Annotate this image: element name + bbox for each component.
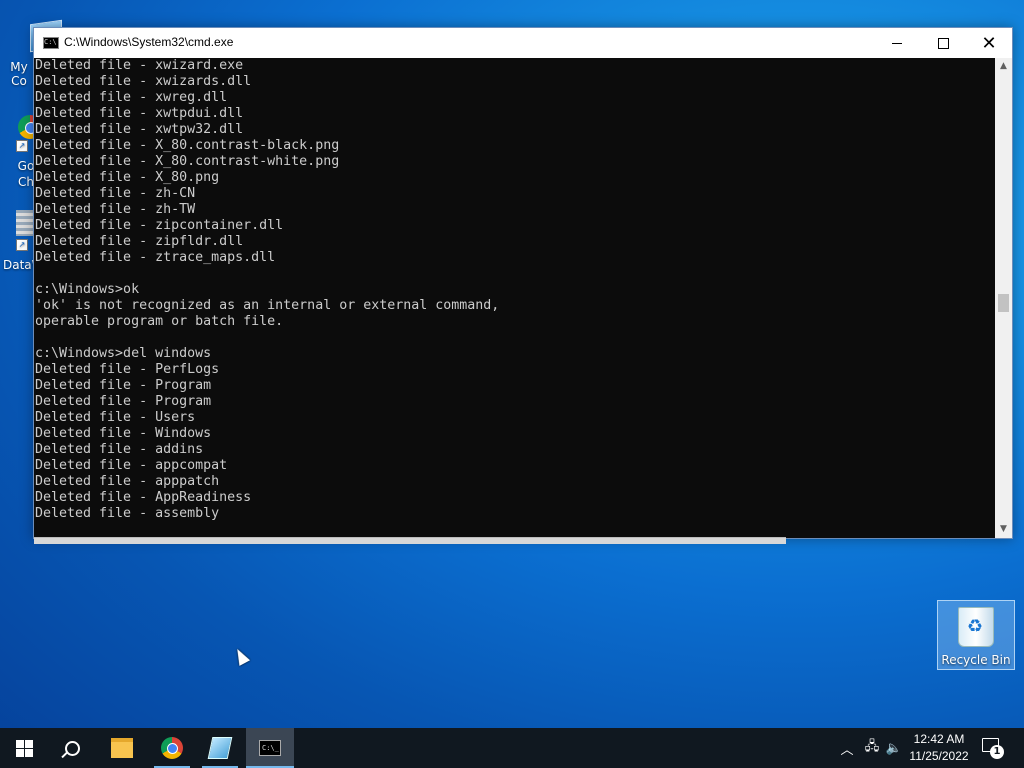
desktop-icon-recycle-bin[interactable]: Recycle Bin — [937, 600, 1015, 670]
title-bar[interactable]: C:\ C:\Windows\System32\cmd.exe ✕ — [34, 28, 1012, 58]
start-button[interactable] — [0, 728, 48, 768]
console-line: Deleted file - xwtpdui.dll — [35, 106, 244, 121]
shortcut-arrow-icon: ↗ — [16, 140, 28, 152]
console-line: Deleted file - xwizard.exe — [35, 58, 244, 73]
console-line: Deleted file - ztrace_maps.dll — [35, 250, 276, 265]
recycle-bin-icon — [958, 607, 994, 647]
console-line: Deleted file - zh-CN — [35, 186, 196, 201]
vertical-scrollbar[interactable]: ▲ ▼ — [995, 58, 1012, 538]
console-line: 'ok' is not recognized as an internal or… — [35, 298, 500, 313]
console-line: Deleted file - xwreg.dll — [35, 90, 228, 105]
search-button[interactable] — [48, 728, 96, 768]
scroll-down-icon[interactable]: ▼ — [995, 521, 1012, 538]
show-hidden-icons-button[interactable]: ︿ — [838, 728, 856, 768]
chrome-icon — [161, 737, 183, 759]
scrollbar-thumb[interactable] — [998, 294, 1009, 312]
search-icon — [64, 740, 80, 756]
clock-time: 12:42 AM — [913, 732, 965, 746]
taskbar-file-explorer[interactable] — [98, 728, 146, 768]
windows-logo-icon — [15, 739, 33, 757]
close-icon: ✕ — [981, 32, 997, 54]
volume-button[interactable]: 🔈 — [884, 728, 904, 768]
console-line: c:\Windows>del windows — [35, 346, 212, 361]
cmd-icon: C:\_ — [259, 740, 281, 756]
minimize-button[interactable] — [874, 28, 920, 58]
cmd-icon[interactable]: C:\ — [43, 37, 59, 49]
console-line: Deleted file - apppatch — [35, 474, 220, 489]
app-icon — [207, 737, 233, 759]
console-line: Deleted file - Windows — [35, 426, 212, 441]
console-line: Deleted file - assembly — [35, 506, 220, 521]
volume-icon: 🔈 — [885, 740, 903, 756]
scroll-up-icon[interactable]: ▲ — [995, 58, 1012, 75]
minimize-icon — [892, 42, 902, 44]
console-line: c:\Windows>ok — [35, 282, 140, 297]
console-line: Deleted file - X_80.contrast-black.png — [35, 138, 340, 153]
console-text: Deleted file - xwizard.exe Deleted file … — [34, 58, 995, 522]
console-line: Deleted file - X_80.png — [35, 170, 220, 185]
cmd-window[interactable]: C:\ C:\Windows\System32\cmd.exe ✕ Delete… — [33, 27, 1013, 539]
console-output[interactable]: Deleted file - xwizard.exe Deleted file … — [34, 58, 995, 538]
console-line: Deleted file - xwizards.dll — [35, 74, 252, 89]
console-line: Deleted file - X_80.contrast-white.png — [35, 154, 340, 169]
console-line: Deleted file - PerfLogs — [35, 362, 220, 377]
maximize-icon — [937, 37, 949, 49]
taskbar-chrome[interactable] — [148, 728, 196, 768]
console-line: Deleted file - Program — [35, 378, 212, 393]
console-line: Deleted file - Program — [35, 394, 212, 409]
chevron-up-icon: ︿ — [840, 742, 854, 758]
file-explorer-icon — [111, 738, 133, 758]
close-button[interactable]: ✕ — [966, 28, 1012, 58]
shortcut-arrow-icon: ↗ — [16, 239, 28, 251]
network-icon: 🖧 — [864, 739, 880, 754]
console-line: Deleted file - zipfldr.dll — [35, 234, 244, 249]
console-line: Deleted file - AppReadiness — [35, 490, 252, 505]
clock-date: 11/25/2022 — [909, 749, 969, 763]
recycle-bin-label: Recycle Bin — [941, 653, 1011, 667]
horizontal-scrollbar[interactable] — [34, 537, 786, 544]
console-line: Deleted file - zipcontainer.dll — [35, 218, 284, 233]
maximize-button[interactable] — [920, 28, 966, 58]
console-line: Deleted file - xwtpw32.dll — [35, 122, 244, 137]
mouse-cursor-icon — [231, 646, 251, 666]
taskbar-cmd[interactable]: C:\_ — [246, 728, 294, 768]
taskbar-app[interactable] — [196, 728, 244, 768]
clock[interactable]: 12:42 AM 11/25/2022 — [906, 731, 972, 765]
console-line: operable program or batch file. — [35, 314, 284, 329]
desktop-icon-label: My Co — [10, 60, 28, 88]
console-line: Deleted file - appcompat — [35, 458, 228, 473]
console-line: Deleted file - Users — [35, 410, 196, 425]
taskbar: C:\_ ︿ 🖧 🔈 12:42 AM 11/25/2022 1 — [0, 728, 1024, 768]
console-line: Deleted file - zh-TW — [35, 202, 196, 217]
network-button[interactable]: 🖧 — [862, 728, 882, 768]
window-title: C:\Windows\System32\cmd.exe — [64, 35, 234, 49]
console-line: Deleted file - addins — [35, 442, 204, 457]
action-center-button[interactable]: 1 — [980, 736, 1004, 759]
notification-count-badge: 1 — [990, 745, 1004, 759]
